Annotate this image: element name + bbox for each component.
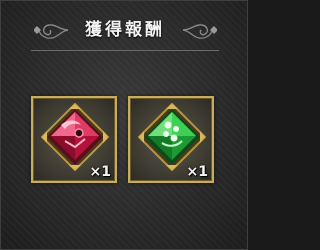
red-gem-icon xyxy=(41,103,109,171)
ornament-right-icon xyxy=(182,24,217,39)
green-gem-icon xyxy=(138,103,206,171)
reward-item-slot[interactable]: ×1 xyxy=(31,96,117,183)
reward-item-slot[interactable]: ×1 xyxy=(128,96,214,183)
panel-header: 獲得報酬 xyxy=(1,1,249,57)
reward-quantity: ×1 xyxy=(89,164,111,180)
reward-quantity: ×1 xyxy=(186,164,208,180)
header-divider xyxy=(31,50,219,51)
reward-panel: 獲得報酬 ×1 ×1 xyxy=(0,0,248,250)
